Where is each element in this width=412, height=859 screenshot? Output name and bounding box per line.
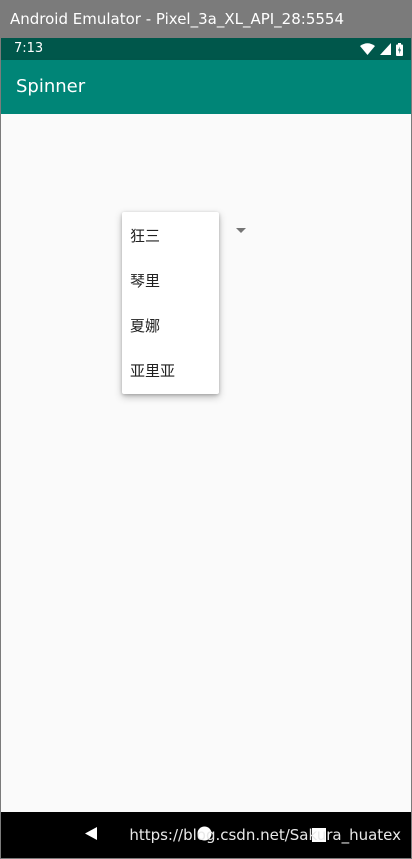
spinner-option[interactable]: 夏娜	[122, 304, 219, 349]
wifi-icon	[360, 43, 375, 55]
spinner-option[interactable]: 狂三	[122, 214, 219, 259]
app-bar: Spinner	[1, 60, 411, 114]
status-time: 7:13	[14, 41, 44, 56]
status-icons	[360, 42, 403, 56]
spinner-dropdown-list: 狂三 琴里 夏娜 亚里亚	[122, 212, 219, 394]
emulator-window-title: Android Emulator - Pixel_3a_XL_API_28:55…	[0, 0, 412, 38]
spinner-option[interactable]: 亚里亚	[122, 349, 219, 394]
status-bar: 7:13	[1, 38, 411, 60]
content-area: 狂三 琴里 夏娜 亚里亚	[1, 114, 411, 812]
battery-icon	[396, 42, 403, 56]
back-icon[interactable]	[84, 826, 98, 845]
spinner-option[interactable]: 琴里	[122, 259, 219, 304]
spinner-dropdown-arrow-icon[interactable]	[235, 220, 247, 233]
app-title: Spinner	[16, 76, 86, 97]
signal-icon	[380, 43, 391, 55]
watermark-text: https://blog.csdn.net/Sakura_huatex	[129, 826, 401, 844]
navigation-bar: https://blog.csdn.net/Sakura_huatex	[1, 812, 411, 858]
device-screen: 7:13 Spinner 狂三 琴里 夏娜 亚里亚 https://blog.c…	[1, 38, 411, 858]
